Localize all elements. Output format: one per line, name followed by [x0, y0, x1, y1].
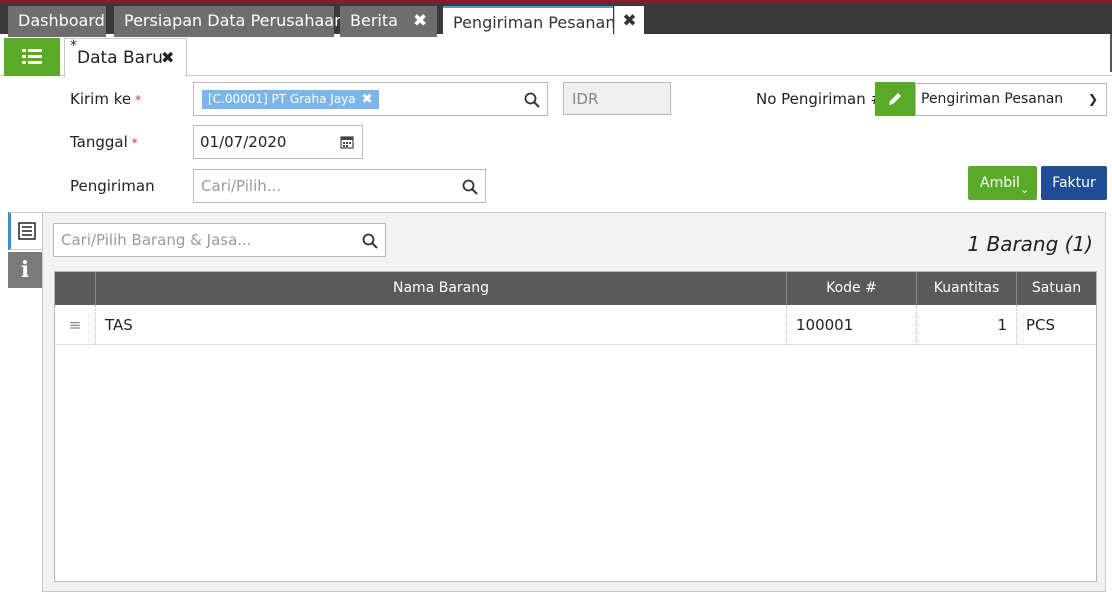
header-nama-barang[interactable]: Nama Barang — [95, 272, 786, 305]
ambil-button[interactable]: Ambil ⌄ — [968, 166, 1037, 200]
cell-kuantitas: 1 — [916, 305, 1016, 345]
item-search-input[interactable]: Cari/Pilih Barang & Jasa... — [53, 223, 386, 257]
cell-kode: 100001 — [786, 305, 916, 345]
modified-marker: * — [70, 38, 77, 54]
document-lines-icon — [17, 222, 36, 240]
tab-info[interactable]: i — [8, 252, 42, 288]
drag-handle-icon[interactable]: ≡ — [55, 305, 95, 345]
customer-chip-text: [C.00001] PT Graha Jaya — [208, 92, 356, 106]
items-panel: Cari/Pilih Barang & Jasa... 1 Barang (1)… — [42, 212, 1106, 592]
tab-dashboard[interactable]: Dashboard — [8, 6, 106, 37]
cell-nama: TAS — [95, 305, 786, 345]
required-marker: * — [135, 93, 142, 107]
tab-pengiriman-close-icon[interactable]: ✖ — [614, 6, 644, 37]
kirim-ke-label-text: Kirim ke — [70, 90, 132, 108]
tab-berita[interactable]: Berita ✖ — [340, 6, 437, 37]
top-tab-bar: Dashboard Persiapan Data Perusahaan Beri… — [0, 0, 1112, 37]
edit-number-button[interactable] — [875, 82, 915, 116]
tab-berita-label: Berita — [350, 11, 398, 30]
item-search-placeholder: Cari/Pilih Barang & Jasa... — [61, 231, 252, 249]
table-header: Nama Barang Kode # Kuantitas Satuan — [55, 272, 1096, 305]
no-pengiriman-select[interactable]: Pengiriman Pesanan ❯ — [915, 83, 1107, 116]
chevron-down-icon: ⌄ — [1020, 183, 1030, 196]
pengiriman-placeholder: Cari/Pilih... — [201, 177, 282, 195]
doc-tab-close-icon[interactable]: ✖ — [161, 39, 174, 77]
list-menu-button[interactable] — [4, 38, 60, 76]
header-kode[interactable]: Kode # — [786, 272, 916, 305]
doc-tab-data-baru[interactable]: * Data Baru ✖ — [64, 38, 187, 77]
doc-tab-label: Data Baru — [77, 48, 163, 68]
faktur-button-label: Faktur — [1052, 175, 1096, 191]
pengiriman-label: Pengiriman — [70, 177, 155, 195]
tanggal-label: Tanggal * — [70, 133, 138, 151]
faktur-button[interactable]: Faktur — [1041, 166, 1107, 200]
no-pengiriman-selected: Pengiriman Pesanan — [921, 91, 1064, 107]
tab-items-detail[interactable] — [8, 212, 42, 250]
calendar-icon[interactable] — [340, 135, 354, 149]
tab-dashboard-label: Dashboard — [18, 11, 105, 30]
pengiriman-field[interactable]: Cari/Pilih... — [193, 169, 486, 203]
item-count: 1 Barang (1) — [967, 232, 1093, 256]
tanggal-value: 01/07/2020 — [200, 133, 287, 151]
info-icon: i — [20, 257, 30, 283]
list-menu-icon — [22, 49, 42, 64]
tab-pengiriman-label: Pengiriman Pesanan — [453, 13, 616, 32]
no-pengiriman-label: No Pengiriman # — [756, 90, 884, 108]
tab-persiapan-label: Persiapan Data Perusahaan — [124, 11, 345, 30]
chevron-down-icon: ❯ — [1087, 92, 1098, 106]
cell-satuan: PCS — [1016, 305, 1096, 345]
chip-remove-icon[interactable]: ✖ — [362, 92, 373, 107]
tab-berita-close-icon[interactable]: ✖ — [413, 6, 427, 36]
items-table: Nama Barang Kode # Kuantitas Satuan ≡ TA… — [54, 271, 1097, 582]
search-icon[interactable] — [524, 92, 540, 108]
search-icon[interactable] — [362, 233, 378, 249]
document-tab-row: * Data Baru ✖ — [0, 34, 1112, 77]
customer-chip: [C.00001] PT Graha Jaya ✖ — [202, 90, 379, 109]
ambil-button-label: Ambil — [980, 175, 1020, 191]
tab-persiapan-data-perusahaan[interactable]: Persiapan Data Perusahaan — [114, 6, 344, 37]
tanggal-label-text: Tanggal — [70, 133, 128, 151]
header-satuan[interactable]: Satuan — [1016, 272, 1096, 305]
header-handle-col — [55, 272, 95, 305]
required-marker: * — [131, 136, 138, 150]
pencil-icon — [889, 93, 901, 105]
currency-value: IDR — [572, 90, 599, 108]
kirim-ke-label: Kirim ke * — [70, 90, 141, 108]
search-icon[interactable] — [462, 179, 478, 195]
kirim-ke-field[interactable]: [C.00001] PT Graha Jaya ✖ — [193, 82, 548, 116]
table-row[interactable]: ≡ TAS 100001 1 PCS — [55, 305, 1096, 345]
tanggal-field[interactable]: 01/07/2020 — [193, 125, 363, 159]
tab-pengiriman-pesanan[interactable]: Pengiriman Pesanan — [443, 6, 616, 37]
header-kuantitas[interactable]: Kuantitas — [916, 272, 1016, 305]
currency-field: IDR — [563, 82, 671, 115]
